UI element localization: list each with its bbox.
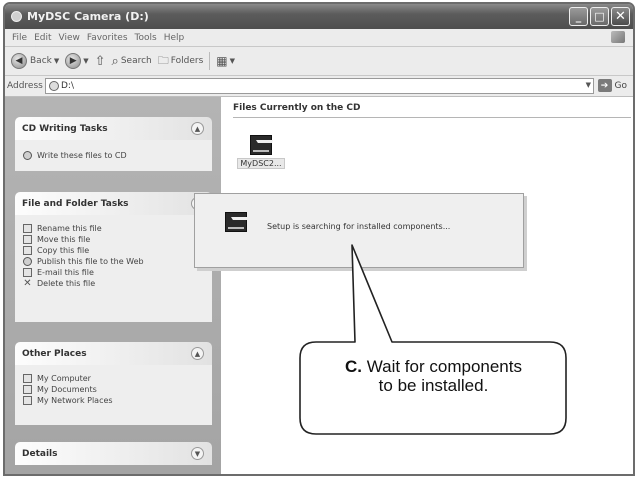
- callout-shape: [299, 244, 567, 435]
- callout-bubble: [299, 244, 567, 435]
- callout-letter: C.: [344, 357, 362, 376]
- callout-line1: Wait for components: [366, 357, 522, 376]
- callout-line2: to be installed.: [378, 376, 489, 395]
- callout-text: C. Wait for components to be installed.: [300, 357, 567, 395]
